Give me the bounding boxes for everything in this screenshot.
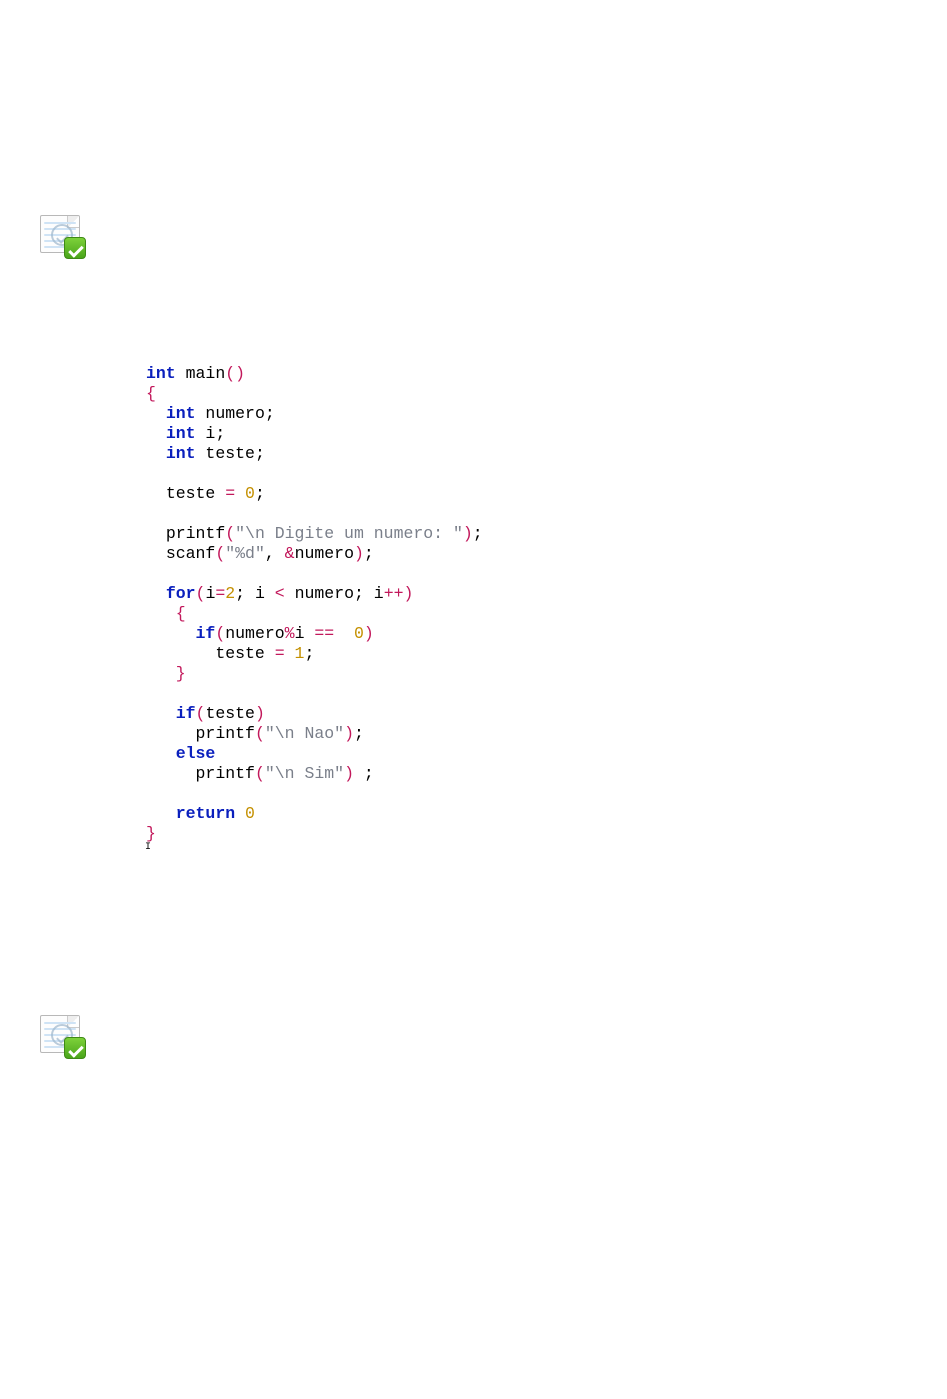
code-token: teste <box>205 704 255 723</box>
code-token: ++ <box>384 584 404 603</box>
code-token: 0 <box>354 624 364 643</box>
code-token: "%d" <box>225 544 265 563</box>
code-token: () <box>225 364 245 383</box>
code-token: ; <box>354 584 364 603</box>
code-token: if <box>196 624 216 643</box>
code-token: = <box>225 484 235 503</box>
code-token: % <box>285 624 295 643</box>
code-token: ; <box>354 724 364 743</box>
code-token: ) <box>404 584 414 603</box>
code-token: main <box>176 364 226 383</box>
code-token <box>334 624 354 643</box>
code-token: ( <box>255 724 265 743</box>
code-token: ( <box>196 704 206 723</box>
code-token: ; <box>364 764 374 783</box>
code-token: , <box>265 544 285 563</box>
code-token: { <box>176 604 186 623</box>
code-token: numero <box>285 584 354 603</box>
code-token: numero <box>225 624 284 643</box>
code-token: ; <box>304 644 314 663</box>
code-token: numero <box>196 404 265 423</box>
code-token: if <box>176 704 196 723</box>
code-token: 2 <box>225 584 235 603</box>
code-token: teste <box>166 484 225 503</box>
code-token: return <box>176 804 235 823</box>
code-token: i <box>364 584 384 603</box>
code-token: "\n Digite um numero: " <box>235 524 463 543</box>
code-token: ) <box>255 704 265 723</box>
code-token: teste <box>196 444 255 463</box>
code-token: 1 <box>295 644 305 663</box>
code-token: numero <box>295 544 354 563</box>
code-token: ; <box>364 544 374 563</box>
code-token: i <box>205 584 215 603</box>
code-token <box>235 484 245 503</box>
code-token: ) <box>463 524 473 543</box>
code-token: "\n Sim" <box>265 764 344 783</box>
code-token <box>354 764 364 783</box>
code-token: for <box>166 584 196 603</box>
code-token: ) <box>344 724 354 743</box>
code-token: ) <box>364 624 374 643</box>
code-token: i <box>196 424 216 443</box>
code-token: ; <box>265 404 275 423</box>
code-token: ( <box>196 584 206 603</box>
code-token: ; <box>473 524 483 543</box>
checkmark-badge-icon <box>64 237 86 259</box>
code-token: int <box>166 424 196 443</box>
code-token: = <box>275 644 285 663</box>
code-token: ) <box>344 764 354 783</box>
code-token: } <box>146 824 156 843</box>
code-token: == <box>314 624 334 643</box>
code-token: teste <box>215 644 274 663</box>
code-token <box>235 804 245 823</box>
code-token: ; <box>235 584 245 603</box>
code-token: int <box>166 444 196 463</box>
code-token: & <box>285 544 295 563</box>
code-token: int <box>146 364 176 383</box>
code-token: ; <box>215 424 225 443</box>
doc-verified-icon <box>38 1013 88 1061</box>
doc-verified-icon <box>38 213 88 261</box>
code-token: 0 <box>245 804 255 823</box>
text-cursor: I <box>145 844 598 852</box>
code-token: i <box>245 584 275 603</box>
code-token: printf <box>196 724 255 743</box>
code-token: ) <box>354 544 364 563</box>
code-token: printf <box>166 524 225 543</box>
code-token: < <box>275 584 285 603</box>
code-token: ( <box>215 624 225 643</box>
code-token: scanf <box>166 544 216 563</box>
checkmark-badge-icon <box>64 1037 86 1059</box>
code-token: else <box>176 744 216 763</box>
code-token: ( <box>225 524 235 543</box>
code-snippet: int main() { int numero; int i; int test… <box>146 364 598 852</box>
code-token: ; <box>255 484 265 503</box>
code-token: ( <box>215 544 225 563</box>
code-token: { <box>146 384 156 403</box>
code-token: int <box>166 404 196 423</box>
code-token: printf <box>196 764 255 783</box>
code-token: ; <box>255 444 265 463</box>
code-token <box>285 644 295 663</box>
code-token: 0 <box>245 484 255 503</box>
code-token: } <box>176 664 186 683</box>
code-token: ( <box>255 764 265 783</box>
code-token: i <box>295 624 315 643</box>
code-token: "\n Nao" <box>265 724 344 743</box>
code-token: = <box>215 584 225 603</box>
